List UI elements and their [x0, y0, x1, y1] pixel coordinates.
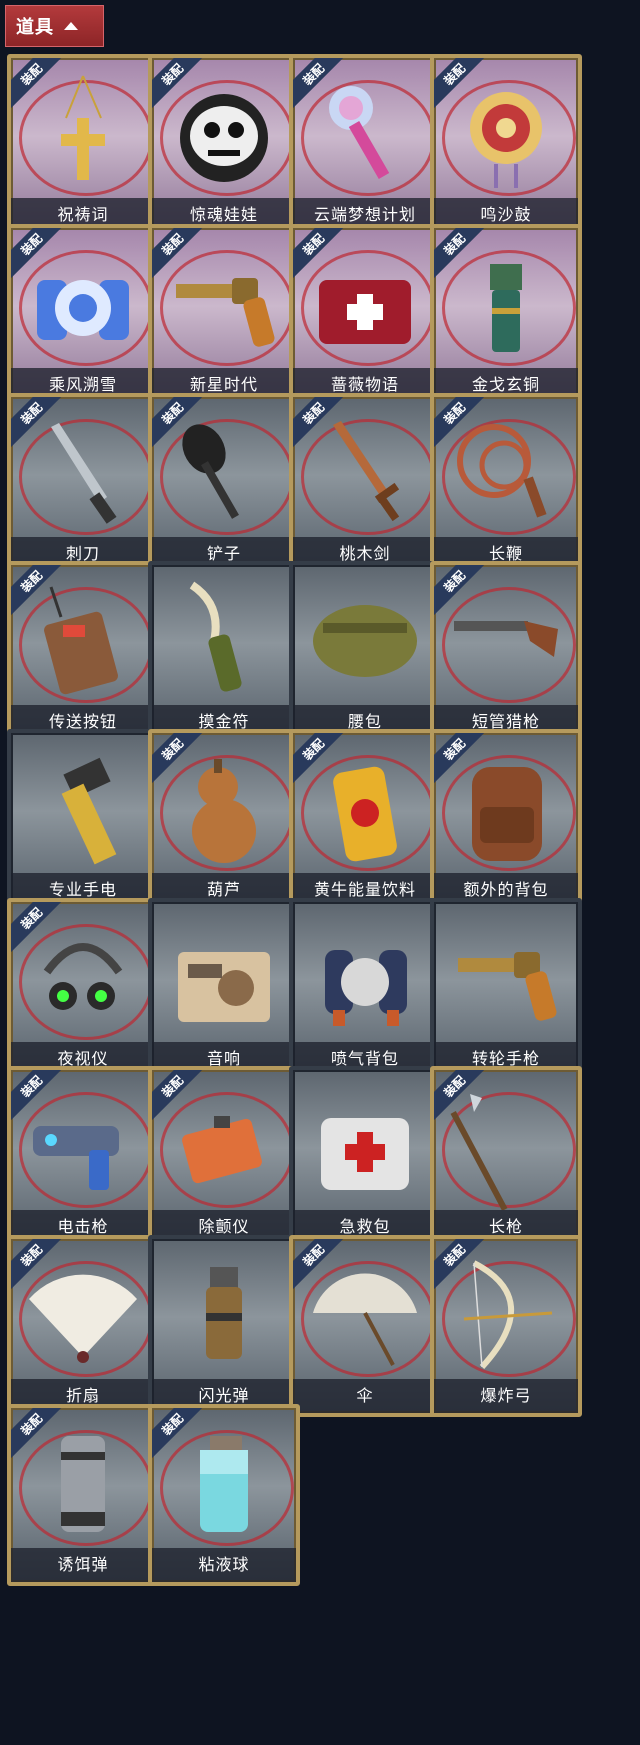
item-card[interactable]: 装配伞 [289, 1235, 441, 1417]
jetpack-icon [325, 950, 407, 1026]
first-aid-icon [321, 1118, 409, 1190]
flashbang-icon [206, 1267, 242, 1359]
flashlight-icon [61, 757, 117, 865]
item-name: 爆炸弓 [434, 1379, 578, 1413]
item-card[interactable]: 装配 短管猎枪 [430, 561, 582, 743]
item-card[interactable]: 摸金符 [148, 561, 300, 743]
item-card[interactable]: 装配 乘风溯雪 [7, 224, 159, 406]
item-card[interactable]: 喷气背包 [289, 898, 441, 1080]
item-card[interactable]: 装配 刺刀 [7, 393, 159, 575]
item-card[interactable]: 装配 额外的背包 [430, 729, 582, 911]
item-card[interactable]: 音响 [148, 898, 300, 1080]
item-card[interactable]: 装配 蔷薇物语 [289, 224, 441, 406]
item-card[interactable]: 装配 除颤仪 [148, 1066, 300, 1248]
caret-up-icon [64, 22, 78, 30]
item-card[interactable]: 装配 折扇 [7, 1235, 159, 1417]
item-name: 粘液球 [152, 1548, 296, 1582]
item-card[interactable]: 闪光弹 [148, 1235, 300, 1417]
item-card[interactable]: 装配 云端梦想计划 [289, 54, 441, 236]
item-card[interactable]: 转轮手枪 [430, 898, 582, 1080]
waist-bag-icon [313, 605, 417, 677]
item-card[interactable]: 装配 电击枪 [7, 1066, 159, 1248]
talisman-icon [189, 581, 242, 692]
item-name: 伞 [293, 1379, 437, 1413]
item-card[interactable]: 装配 黄牛能量饮料 [289, 729, 441, 911]
item-card[interactable]: 装配 长枪 [430, 1066, 582, 1248]
item-card[interactable]: 腰包 [289, 561, 441, 743]
item-card[interactable]: 装配 铲子 [148, 393, 300, 575]
item-card[interactable]: 装配 祝祷词 [7, 54, 159, 236]
item-card[interactable]: 装配 夜视仪 [7, 898, 159, 1080]
item-card[interactable]: 装配 诱饵弹 [7, 1404, 159, 1586]
revolver-icon [458, 952, 557, 1021]
item-card[interactable]: 装配 长鞭 [430, 393, 582, 575]
item-card[interactable]: 装配 传送按钮 [7, 561, 159, 743]
item-card[interactable]: 装配 金戈玄铜 [430, 224, 582, 406]
section-toggle[interactable]: 道具 [5, 5, 104, 47]
item-card[interactable]: 装配 惊魂娃娃 [148, 54, 300, 236]
item-card[interactable]: 装配 葫芦 [148, 729, 300, 911]
item-card[interactable]: 装配 桃木剑 [289, 393, 441, 575]
section-title: 道具 [16, 17, 54, 38]
item-name: 诱饵弹 [11, 1548, 155, 1582]
item-card[interactable]: 急救包 [289, 1066, 441, 1248]
item-card[interactable]: 装配 爆炸弓 [430, 1235, 582, 1417]
item-card[interactable]: 装配 鸣沙鼓 [430, 54, 582, 236]
item-card[interactable]: 专业手电 [7, 729, 159, 911]
radio-icon [178, 952, 270, 1022]
item-card[interactable]: 装配 粘液球 [148, 1404, 300, 1586]
item-card[interactable]: 装配 新星时代 [148, 224, 300, 406]
